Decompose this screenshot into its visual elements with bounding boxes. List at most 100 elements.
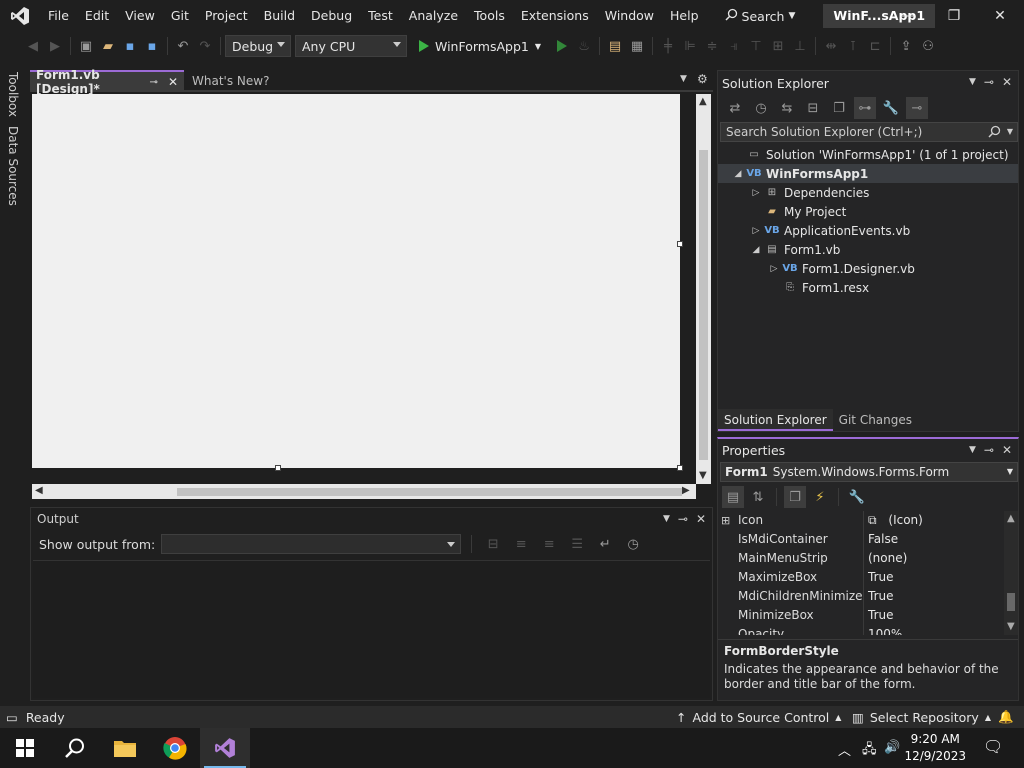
previous-message-icon[interactable]: ≡ (510, 533, 532, 555)
window-position-dropdown-icon[interactable]: ▼ (969, 77, 976, 89)
menu-file[interactable]: File (40, 0, 77, 32)
expand-plus-icon[interactable]: ⊞ (721, 511, 730, 530)
property-row[interactable]: MainMenuStrip (none) (718, 549, 1004, 568)
start-debugging-button[interactable]: WinFormsApp1 ▼ (415, 39, 545, 54)
property-value[interactable]: (none) (864, 549, 907, 568)
properties-wrench-icon[interactable]: 🔧 (880, 97, 902, 119)
property-row[interactable]: MdiChildrenMinimizedA True (718, 587, 1004, 606)
output-text-area[interactable] (33, 560, 710, 698)
pending-changes-filter-icon[interactable]: ◷ (750, 97, 772, 119)
menu-window[interactable]: Window (597, 0, 662, 32)
back-icon[interactable]: ◀ (22, 35, 44, 57)
scroll-up-icon[interactable]: ▲ (699, 96, 707, 107)
tree-item[interactable]: ▰ My Project (718, 202, 1018, 221)
close-icon[interactable]: ✕ (1002, 443, 1012, 457)
property-row[interactable]: MinimizeBox True (718, 606, 1004, 625)
tree-item[interactable]: ▭ Solution 'WinFormsApp1' (1 of 1 project… (718, 145, 1018, 164)
collapse-all-icon[interactable]: ⊟ (802, 97, 824, 119)
properties-icon[interactable]: ❐ (784, 486, 806, 508)
expanded-triangle-icon[interactable]: ◢ (750, 245, 762, 255)
tab-solution-explorer[interactable]: Solution Explorer (718, 409, 833, 431)
categorized-icon[interactable]: ▤ (722, 486, 744, 508)
scroll-right-icon[interactable]: ▶ (682, 485, 690, 496)
toolbox-tab[interactable]: Toolbox (6, 72, 20, 117)
menu-build[interactable]: Build (256, 0, 303, 32)
redo-icon[interactable]: ↷ (194, 35, 216, 57)
property-value[interactable]: False (864, 530, 898, 549)
show-hidden-icons-chevron-icon[interactable]: ︿ (838, 740, 851, 759)
scroll-thumb[interactable] (177, 488, 682, 496)
tab-whats-new[interactable]: What's New? (186, 70, 298, 92)
notification-center-icon[interactable]: 🗨 (983, 737, 1003, 756)
menu-help[interactable]: Help (662, 0, 707, 32)
volume-icon[interactable]: 🔊 (884, 740, 900, 755)
minimize-button[interactable]: — (885, 0, 931, 32)
data-sources-tab[interactable]: Data Sources (6, 126, 20, 206)
object-selector-dropdown[interactable]: Form1 System.Windows.Forms.Form ▼ (720, 462, 1018, 482)
search-button[interactable]: Search ▼ (717, 0, 804, 32)
menu-git[interactable]: Git (163, 0, 197, 32)
add-to-source-control-button[interactable]: ↑ Add to Source Control ▲ (676, 710, 841, 725)
property-value[interactable]: True (864, 568, 894, 587)
property-value[interactable]: ⧉ (Icon) (864, 511, 923, 530)
align-middles-icon[interactable]: ⊞ (767, 35, 789, 57)
scroll-thumb[interactable] (1007, 593, 1015, 611)
configuration-dropdown[interactable]: Debug (225, 35, 291, 57)
window-position-dropdown-icon[interactable]: ▼ (663, 514, 670, 526)
forward-icon[interactable]: ▶ (44, 35, 66, 57)
expanded-triangle-icon[interactable]: ◢ (732, 169, 744, 179)
account-icon[interactable]: ⚇ (917, 35, 939, 57)
collapsed-triangle-icon[interactable]: ▷ (768, 264, 780, 274)
align-rights-icon[interactable]: ⫣ (723, 35, 745, 57)
collapsed-triangle-icon[interactable]: ▷ (750, 226, 762, 236)
property-pages-wrench-icon[interactable]: 🔧 (846, 486, 868, 508)
taskbar-clock[interactable]: 9:20 AM 12/9/2023 (904, 731, 966, 765)
menu-test[interactable]: Test (360, 0, 401, 32)
property-grid-scrollbar[interactable]: ▲ ▼ (1004, 511, 1018, 635)
align-tops-icon[interactable]: ⊤ (745, 35, 767, 57)
size-to-grid-icon[interactable]: ⊺ (842, 35, 864, 57)
save-icon[interactable]: ▪ (119, 35, 141, 57)
tree-item[interactable]: ◢ VB WinFormsApp1 (718, 164, 1018, 183)
scroll-up-icon[interactable]: ▲ (1007, 513, 1015, 524)
pin-icon[interactable]: ⊸ (984, 443, 994, 457)
tree-item[interactable]: ◢ ▤ Form1.vb (718, 240, 1018, 259)
align-centers-icon[interactable]: ≑ (701, 35, 723, 57)
undo-icon[interactable]: ↶ (172, 35, 194, 57)
file-explorer-button[interactable] (100, 728, 150, 768)
show-all-files-icon[interactable]: ❐ (828, 97, 850, 119)
collapsed-triangle-icon[interactable]: ▷ (750, 188, 762, 198)
switch-views-icon[interactable]: ⇄ (724, 97, 746, 119)
scroll-thumb[interactable] (699, 150, 708, 460)
close-icon[interactable]: ✕ (696, 512, 706, 526)
network-icon[interactable]: 🖧 (862, 740, 877, 762)
notifications-bell-icon[interactable]: 🔔 (998, 709, 1014, 725)
scroll-left-icon[interactable]: ◀ (35, 485, 43, 496)
tree-item[interactable]: ▷ VB ApplicationEvents.vb (718, 221, 1018, 240)
window-position-dropdown-icon[interactable]: ▼ (969, 445, 976, 457)
sync-with-document-icon[interactable]: ⇆ (776, 97, 798, 119)
menu-project[interactable]: Project (197, 0, 256, 32)
menu-debug[interactable]: Debug (303, 0, 360, 32)
gear-icon[interactable]: ⚙ (697, 72, 708, 86)
start-button[interactable] (0, 728, 50, 768)
visual-studio-logo-icon[interactable] (0, 0, 40, 32)
resize-handle-right[interactable] (677, 241, 683, 247)
property-row[interactable]: MaximizeBox True (718, 568, 1004, 587)
save-all-icon[interactable]: ▪ (141, 35, 163, 57)
restore-button[interactable]: ❐ (931, 0, 977, 32)
layout-icon[interactable]: ▦ (626, 35, 648, 57)
menu-view[interactable]: View (117, 0, 163, 32)
pin-icon[interactable]: ⊸ (150, 77, 158, 88)
pin-icon[interactable]: ⊸ (984, 75, 994, 89)
make-same-size-icon[interactable]: ⊏ (864, 35, 886, 57)
find-message-icon[interactable]: ⊟ (482, 533, 504, 555)
form1-canvas[interactable] (32, 94, 680, 468)
close-icon[interactable]: ✕ (1002, 75, 1012, 89)
menu-edit[interactable]: Edit (77, 0, 117, 32)
align-to-grid-icon[interactable]: ╪ (657, 35, 679, 57)
new-project-icon[interactable]: ▣ (75, 35, 97, 57)
pin-icon[interactable]: ⊸ (678, 512, 688, 526)
solution-search-input[interactable]: Search Solution Explorer (Ctrl+;) ▼ (720, 122, 1018, 142)
close-icon[interactable]: ✕ (168, 75, 178, 89)
